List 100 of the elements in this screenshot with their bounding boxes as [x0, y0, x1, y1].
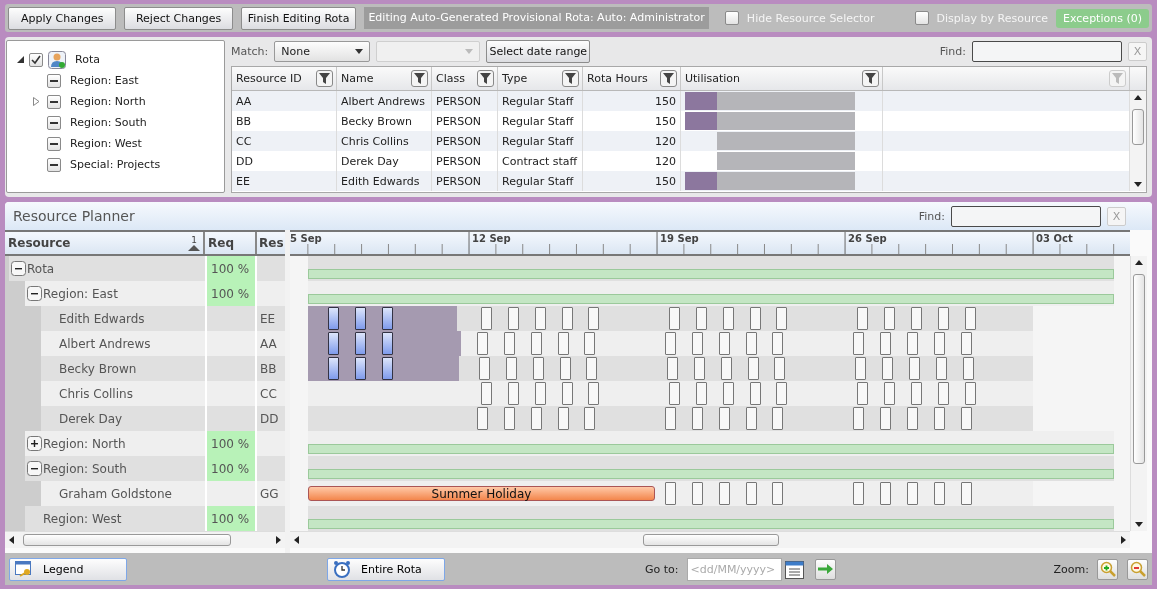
expand-arrow-icon[interactable]: [17, 56, 24, 63]
collapse-icon[interactable]: [26, 286, 42, 301]
scrollbar[interactable]: [290, 531, 1130, 548]
shift-marker[interactable]: [669, 307, 681, 330]
match-dropdown[interactable]: None: [274, 41, 371, 62]
filter-button[interactable]: [316, 70, 333, 87]
shift-marker[interactable]: [962, 357, 974, 380]
shift-marker[interactable]: [720, 357, 732, 380]
shift-marker[interactable]: [935, 357, 947, 380]
shift-marker[interactable]: [691, 482, 703, 505]
column-header[interactable]: Type: [502, 72, 528, 85]
filter-button[interactable]: [477, 70, 494, 87]
shift-marker[interactable]: [937, 382, 949, 405]
scrollbar[interactable]: [5, 531, 285, 548]
shift-marker[interactable]: [327, 332, 339, 355]
tree-item[interactable]: Rota: [75, 53, 100, 66]
go-button[interactable]: [814, 558, 836, 580]
shift-marker[interactable]: [530, 332, 542, 355]
calendar-icon[interactable]: [784, 559, 804, 579]
shift-marker[interactable]: [776, 382, 788, 405]
shift-marker[interactable]: [588, 307, 600, 330]
column-header[interactable]: Resource: [8, 236, 71, 250]
shift-marker[interactable]: [937, 307, 949, 330]
shift-marker[interactable]: [960, 332, 972, 355]
row-label[interactable]: Region: West: [43, 506, 122, 531]
shift-marker[interactable]: [857, 307, 869, 330]
zoom-out-button[interactable]: [1127, 558, 1148, 580]
shift-marker[interactable]: [691, 332, 703, 355]
column-header[interactable]: Req: [208, 236, 234, 250]
checkbox[interactable]: [914, 11, 929, 25]
scroll-arrow-icon[interactable]: [1135, 522, 1143, 527]
toolbar-button[interactable]: Reject Changes: [124, 6, 233, 30]
checkbox[interactable]: [47, 115, 61, 130]
shift-marker[interactable]: [745, 407, 757, 430]
row-label[interactable]: Graham Goldstone: [59, 481, 172, 506]
shift-marker[interactable]: [749, 307, 761, 330]
shift-marker[interactable]: [745, 482, 757, 505]
checkbox[interactable]: [724, 11, 739, 25]
shift-marker[interactable]: [906, 407, 918, 430]
shift-marker[interactable]: [557, 332, 569, 355]
scroll-arrow-icon[interactable]: [1134, 182, 1142, 187]
shift-marker[interactable]: [722, 382, 734, 405]
shift-marker[interactable]: [772, 407, 784, 430]
shift-marker[interactable]: [586, 357, 598, 380]
shift-marker[interactable]: [718, 332, 730, 355]
shift-marker[interactable]: [505, 357, 517, 380]
shift-marker[interactable]: [665, 407, 677, 430]
shift-marker[interactable]: [933, 407, 945, 430]
checkbox[interactable]: [47, 94, 61, 109]
shift-marker[interactable]: [906, 482, 918, 505]
row-label[interactable]: Becky Brown: [59, 356, 137, 381]
shift-marker[interactable]: [964, 382, 976, 405]
find-field[interactable]: [972, 41, 1122, 62]
filter-button[interactable]: [660, 70, 677, 87]
date-range-button[interactable]: Select date range: [486, 40, 591, 63]
shift-marker[interactable]: [381, 307, 393, 330]
tree-item[interactable]: Region: North: [70, 95, 146, 108]
shift-marker[interactable]: [561, 307, 573, 330]
shift-marker[interactable]: [933, 482, 945, 505]
shift-marker[interactable]: [479, 357, 490, 380]
scroll-arrow-icon[interactable]: [1134, 95, 1142, 100]
shift-marker[interactable]: [665, 332, 677, 355]
shift-marker[interactable]: [853, 482, 865, 505]
legend-button[interactable]: Legend: [9, 557, 127, 581]
shift-marker[interactable]: [584, 407, 596, 430]
checkbox[interactable]: [47, 73, 61, 88]
shift-marker[interactable]: [507, 382, 519, 405]
zoom-in-button[interactable]: [1097, 558, 1118, 580]
column-header[interactable]: Rota Hours: [587, 72, 648, 85]
scroll-thumb[interactable]: [643, 534, 779, 546]
shift-marker[interactable]: [665, 482, 677, 505]
shift-marker[interactable]: [354, 332, 366, 355]
shift-marker[interactable]: [881, 357, 893, 380]
shift-marker[interactable]: [855, 357, 867, 380]
scroll-arrow-icon[interactable]: [294, 536, 299, 544]
shift-marker[interactable]: [879, 332, 891, 355]
shift-marker[interactable]: [503, 407, 515, 430]
shift-marker[interactable]: [534, 382, 546, 405]
shift-marker[interactable]: [477, 407, 488, 430]
shift-marker[interactable]: [960, 407, 972, 430]
shift-marker[interactable]: [530, 407, 542, 430]
row-label[interactable]: Region: East: [43, 281, 118, 306]
filter-button[interactable]: [862, 70, 879, 87]
scroll-thumb[interactable]: [1132, 109, 1144, 145]
shift-marker[interactable]: [964, 307, 976, 330]
shift-marker[interactable]: [718, 407, 730, 430]
scrollbar[interactable]: [1129, 91, 1146, 191]
filter-button[interactable]: [411, 70, 428, 87]
row-label[interactable]: Region: North: [43, 431, 126, 456]
column-header[interactable]: Resource ID: [236, 72, 302, 85]
shift-marker[interactable]: [503, 332, 515, 355]
shift-marker[interactable]: [933, 332, 945, 355]
shift-marker[interactable]: [381, 357, 393, 380]
shift-marker[interactable]: [381, 332, 393, 355]
shift-marker[interactable]: [910, 307, 922, 330]
shift-marker[interactable]: [722, 307, 734, 330]
row-label[interactable]: Region: South: [43, 456, 127, 481]
shift-marker[interactable]: [857, 382, 869, 405]
shift-marker[interactable]: [532, 357, 544, 380]
expand-icon[interactable]: [26, 436, 42, 451]
